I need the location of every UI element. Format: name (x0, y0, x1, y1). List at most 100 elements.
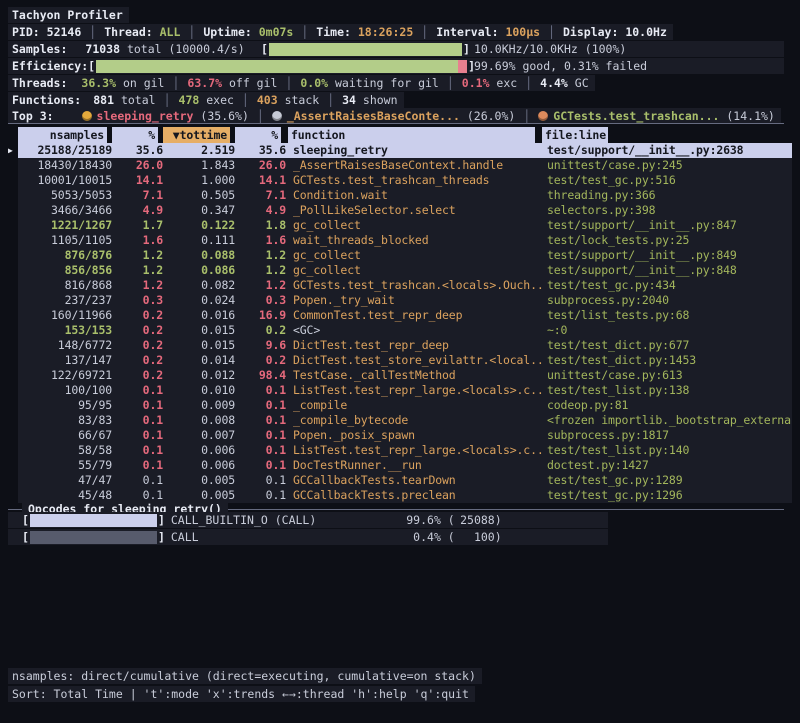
tottime-cell: 1.843 (163, 158, 235, 173)
tottime-cell: 0.015 (163, 338, 235, 353)
table-row[interactable]: 160/119660.20.01616.9CommonTest.test_rep… (8, 308, 792, 323)
column-header-direct-pct[interactable]: % (112, 127, 158, 143)
column-header-tottime-sorted[interactable]: ▼tottime (163, 127, 230, 143)
table-row[interactable]: 816/8681.20.0821.2GCTests.test_trashcan.… (8, 278, 792, 293)
column-header-function[interactable]: function (288, 127, 535, 143)
divider: │ (81, 25, 104, 39)
column-header-file-line[interactable]: file:line (542, 127, 608, 143)
table-row[interactable]: 3466/34664.90.3474.9_PollLikeSelector.se… (8, 203, 792, 218)
nsamples-cell: 876/876 (18, 248, 112, 263)
uptime-value: 0m07s (259, 25, 294, 39)
direct-pct-cell: 1.2 (112, 263, 163, 278)
table-row[interactable]: 58/580.10.0060.1ListTest.test_repr_large… (8, 443, 792, 458)
direct-pct-cell: 0.1 (112, 413, 163, 428)
table-row[interactable]: ▶25188/2518935.62.51935.6sleeping_retryt… (8, 143, 792, 158)
table-row[interactable]: 237/2370.30.0240.3Popen._try_waitsubproc… (8, 293, 792, 308)
cum-pct-cell: 0.1 (235, 443, 286, 458)
file-line-cell: <frozen importlib._bootstrap_externa (547, 413, 792, 428)
divider: │ (293, 25, 316, 39)
nsamples-cell: 5053/5053 (18, 188, 112, 203)
divider: │ (277, 76, 300, 90)
tottime-cell: 0.006 (163, 458, 235, 473)
column-header-nsamples[interactable]: nsamples (18, 127, 107, 143)
table-row[interactable]: 55/790.10.0060.1DocTestRunner.__rundocte… (8, 458, 792, 473)
nsamples-cell: 153/153 (18, 323, 112, 338)
threads-off-gil-value: 63.7% (187, 76, 222, 90)
nsamples-cell: 58/58 (18, 443, 112, 458)
function-cell: Popen._posix_spawn (293, 428, 545, 443)
direct-pct-cell: 1.2 (112, 278, 163, 293)
table-row[interactable]: 45/480.10.0050.1GCCallbackTests.preclean… (8, 488, 792, 503)
nsamples-cell: 3466/3466 (18, 203, 112, 218)
tottime-cell: 0.122 (163, 218, 235, 233)
functions-stack-label: stack (278, 93, 320, 107)
samples-count: 71038 (85, 42, 120, 56)
table-row[interactable]: 66/670.10.0070.1Popen._posix_spawnsubpro… (8, 428, 792, 443)
file-line-cell: test/list_tests.py:68 (547, 308, 792, 323)
cum-pct-cell: 98.4 (235, 368, 286, 383)
bracket-open: [ (88, 59, 95, 73)
table-row[interactable]: 1105/11051.60.1111.6wait_threads_blocked… (8, 233, 792, 248)
table-row[interactable]: 95/950.10.0090.1_compilecodeop.py:81 (8, 398, 792, 413)
direct-pct-cell: 14.1 (112, 173, 163, 188)
table-row[interactable]: 47/470.10.0050.1GCCallbackTests.tearDown… (8, 473, 792, 488)
cum-pct-cell: 0.3 (235, 293, 286, 308)
cum-pct-cell: 1.6 (235, 233, 286, 248)
nsamples-cell: 160/11966 (18, 308, 112, 323)
function-cell: GCTests.test_trashcan_threads (293, 173, 545, 188)
function-cell: Popen._try_wait (293, 293, 545, 308)
nsamples-cell: 95/95 (18, 398, 112, 413)
table-row[interactable]: 18430/1843026.01.84326.0_AssertRaisesBas… (8, 158, 792, 173)
table-row[interactable]: 5053/50537.10.5057.1Condition.waitthread… (8, 188, 792, 203)
samples-bar-fill (269, 43, 462, 56)
opcode-pct: 99.6% (399, 513, 441, 527)
opcode-pct: 0.4% (399, 530, 441, 544)
table-row[interactable]: 100/1000.10.0100.1ListTest.test_repr_lar… (8, 383, 792, 398)
threads-exc-value: 0.1% (462, 76, 490, 90)
table-row[interactable]: 148/67720.20.0159.6DictTest.test_repr_de… (8, 338, 792, 353)
file-line-cell: selectors.py:398 (547, 203, 792, 218)
nsamples-cell: 122/69721 (18, 368, 112, 383)
nsamples-cell: 148/6772 (18, 338, 112, 353)
cum-pct-cell: 4.9 (235, 203, 286, 218)
table-row[interactable]: 10001/1001514.11.00014.1GCTests.test_tra… (8, 173, 792, 188)
table-row[interactable]: 876/8761.20.0881.2gc_collecttest/support… (8, 248, 792, 263)
file-line-cell: test/test_gc.py:516 (547, 173, 792, 188)
table-header-row: nsamples % ▼tottime % function file:line (8, 127, 792, 143)
functions-stack-value: 403 (257, 93, 278, 107)
direct-pct-cell: 0.2 (112, 323, 163, 338)
table-row[interactable]: 137/1470.20.0140.2DictTest.test_store_ev… (8, 353, 792, 368)
direct-pct-cell: 35.6 (112, 143, 163, 158)
file-line-cell: test/test_gc.py:1289 (547, 473, 792, 488)
table-row[interactable]: 1221/12671.70.1221.8gc_collecttest/suppo… (8, 218, 792, 233)
column-header-cum-pct[interactable]: % (235, 127, 281, 143)
file-line-cell: test/lock_tests.py:25 (547, 233, 792, 248)
opcode-count: 25088 (455, 513, 495, 527)
samples-rate-bar: [ ] (261, 42, 470, 56)
function-cell: wait_threads_blocked (293, 233, 545, 248)
nsamples-cell: 1105/1105 (18, 233, 112, 248)
thread-value[interactable]: ALL (160, 25, 181, 39)
bracket-close: ] (158, 530, 165, 544)
divider: │ (540, 25, 563, 39)
threads-gc-value: 4.4% (540, 76, 568, 90)
table-row[interactable]: 122/697210.20.01298.4TestCase._callTestM… (8, 368, 792, 383)
cum-pct-cell: 0.1 (235, 428, 286, 443)
tottime-cell: 0.006 (163, 443, 235, 458)
opcode-name: CALL_BUILTIN_O (CALL) (171, 513, 399, 527)
table-row[interactable]: 153/1530.20.0150.2<GC>~:0 (8, 323, 792, 338)
bronze-medal-icon (538, 111, 548, 121)
file-line-cell: test/support/__init__.py:847 (547, 218, 792, 233)
file-line-cell: subprocess.py:1817 (547, 428, 792, 443)
function-cell: ListTest.test_repr_large.<locals>.c... (293, 383, 545, 398)
table-row[interactable]: 83/830.10.0080.1_compile_bytecode<frozen… (8, 413, 792, 428)
top3-label: Top 3: (12, 109, 54, 123)
direct-pct-cell: 26.0 (112, 158, 163, 173)
cum-pct-cell: 0.2 (235, 323, 286, 338)
samples-count-suffix: total (10000.4/s) (120, 42, 245, 56)
nsamples-cell: 66/67 (18, 428, 112, 443)
table-row[interactable]: 856/8561.20.0861.2gc_collecttest/support… (8, 263, 792, 278)
divider: │ (319, 93, 342, 107)
direct-pct-cell: 0.2 (112, 368, 163, 383)
cum-pct-cell: 35.6 (235, 143, 286, 158)
